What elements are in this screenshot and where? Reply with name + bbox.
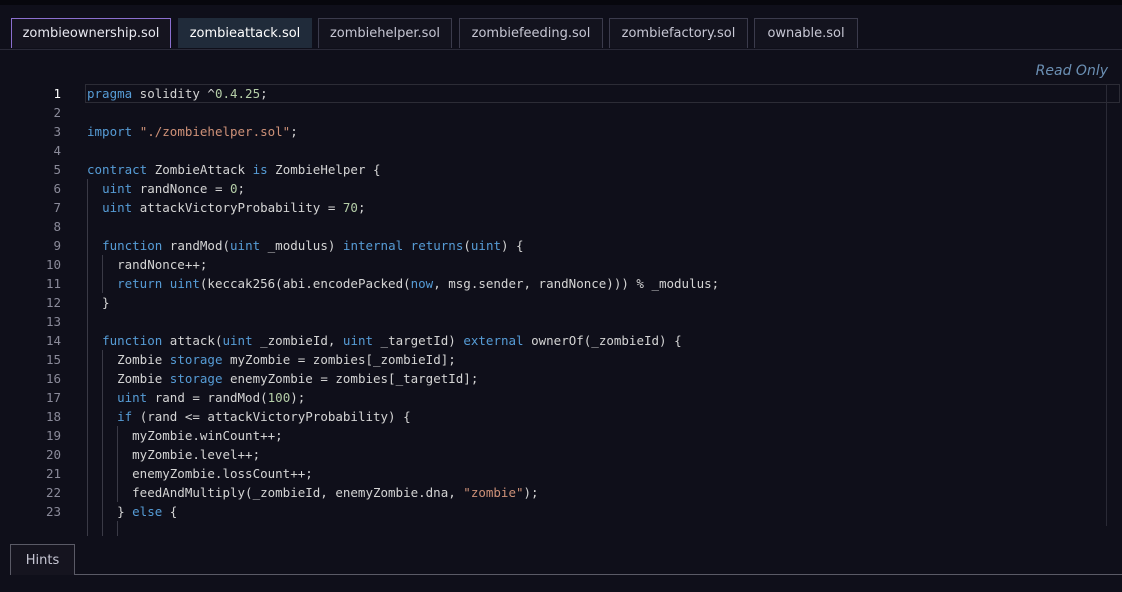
code-line: randNonce++; (87, 257, 208, 272)
line-number: 17 (45, 390, 61, 405)
code-line: pragma solidity ^0.4.25; (87, 86, 268, 101)
line-number: 14 (45, 333, 61, 348)
line-number: 6 (53, 181, 61, 196)
line-number: 20 (45, 447, 61, 462)
line-number: 12 (45, 295, 61, 310)
read-only-indicator: Read Only (1035, 63, 1108, 79)
file-tab-bar: zombieownership.sol zombieattack.sol zom… (0, 5, 1122, 50)
code-line: Zombie storage myZombie = zombies[_zombi… (87, 352, 456, 367)
indent-guide (102, 255, 104, 293)
line-number: 16 (45, 371, 61, 386)
line-number: 11 (45, 276, 61, 291)
code-line: uint rand = randMod(100); (117, 390, 306, 405)
line-number: 3 (53, 124, 61, 139)
tab-zombiefeeding[interactable]: zombiefeeding.sol (459, 18, 603, 48)
tab-zombiefactory[interactable]: zombiefactory.sol (609, 18, 748, 48)
code-line: feedAndMultiply(_zombieId, enemyZombie.d… (87, 485, 539, 500)
code-line: function attack(uint _zombieId, uint _ta… (102, 333, 682, 348)
code-line: function randMod(uint _modulus) internal… (102, 238, 524, 253)
line-number: 18 (45, 409, 61, 424)
line-number: 5 (53, 162, 61, 177)
line-number: 7 (53, 200, 61, 215)
hints-tab[interactable]: Hints (10, 544, 75, 575)
line-number: 19 (45, 428, 61, 443)
line-number: 10 (45, 257, 61, 272)
tab-zombieownership[interactable]: zombieownership.sol (11, 18, 171, 48)
indent-guide (117, 521, 119, 536)
code-line: uint randNonce = 0; (102, 181, 246, 196)
hints-panel: Hints (0, 536, 1122, 592)
line-number: 4 (53, 143, 61, 158)
code-editor[interactable]: Read Only 1 2 3 4 5 6 7 8 9 10 11 12 13 14 15 16 17 18 19 2… (5, 50, 1122, 536)
code-line: return uint(keccak256(abi.encodePacked(n… (117, 276, 720, 291)
tab-zombieattack-active[interactable]: zombieattack.sol (178, 18, 312, 48)
code-line: enemyZombie.lossCount++; (87, 466, 313, 481)
indent-guide (102, 350, 104, 536)
code-line: uint attackVictoryProbability = 70; (102, 200, 366, 215)
line-number: 9 (53, 238, 61, 253)
code-line: contract ZombieAttack is ZombieHelper { (87, 162, 381, 177)
code-line: if (rand <= attackVictoryProbability) { (117, 409, 411, 424)
line-number: 22 (45, 485, 61, 500)
code-line: } (87, 295, 110, 310)
line-number: 1 (53, 86, 61, 101)
tab-zombiehelper[interactable]: zombiehelper.sol (318, 18, 452, 48)
line-number: 13 (45, 314, 61, 329)
line-number: 23 (45, 504, 61, 519)
indent-guide (117, 426, 119, 502)
code-line: } else { (87, 504, 178, 519)
line-number: 2 (53, 105, 61, 120)
line-number: 21 (45, 466, 61, 481)
code-line: myZombie.level++; (87, 447, 261, 462)
code-line: Zombie storage enemyZombie = zombies[_ta… (87, 371, 479, 386)
hints-divider (75, 574, 1122, 575)
editor-right-ruler (1106, 84, 1107, 526)
code-line: import "./zombiehelper.sol"; (87, 124, 298, 139)
tab-ownable[interactable]: ownable.sol (754, 18, 858, 48)
line-number: 15 (45, 352, 61, 367)
indent-guide (87, 179, 88, 536)
line-number: 8 (53, 219, 61, 234)
